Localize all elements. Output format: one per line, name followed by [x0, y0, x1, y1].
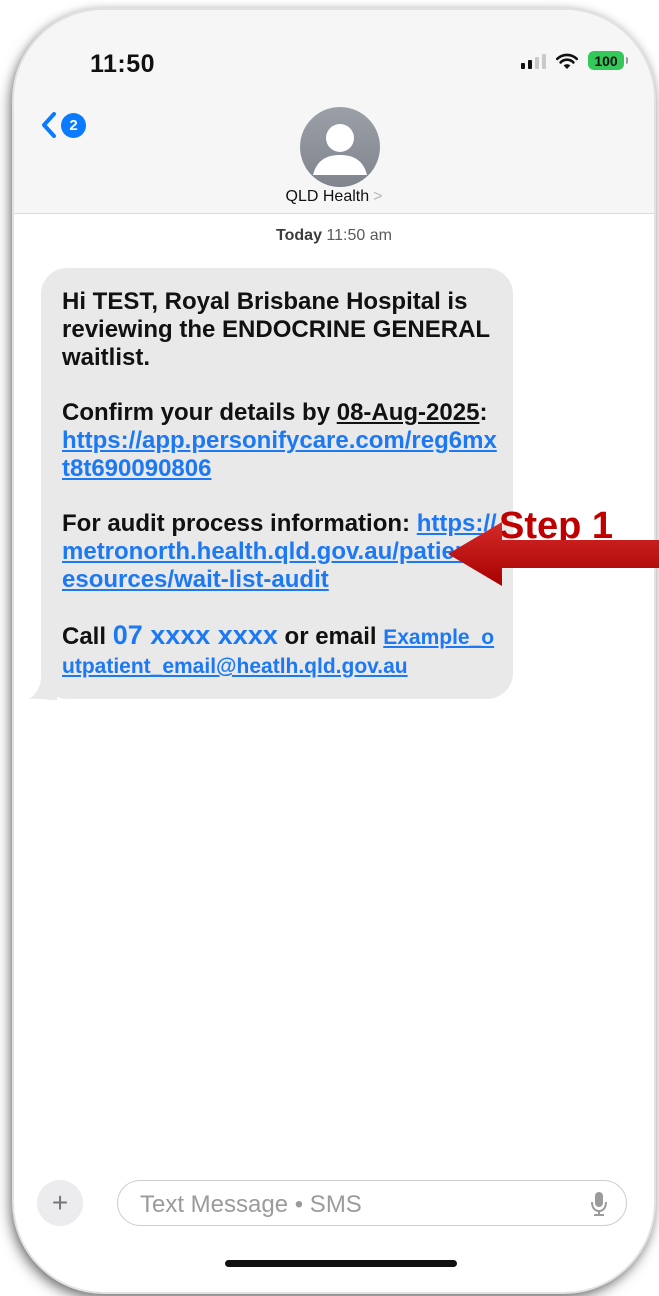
confirm-colon: : [479, 399, 488, 426]
phone-frame: 11:50 100 2 QLD Health> Today 11:50 am [14, 10, 654, 1292]
chevron-right-icon: > [373, 188, 383, 205]
message-bubble[interactable]: Hi TEST, Royal Brisbane Hospital is revi… [29, 268, 513, 700]
back-button[interactable]: 2 [41, 111, 86, 139]
composer: + Text Message • SMS [37, 1180, 637, 1226]
registration-link[interactable]: https://app.personifycare.com/reg6mxt8t6… [62, 427, 497, 482]
plus-button[interactable]: + [37, 1180, 83, 1226]
chevron-left-icon [42, 112, 56, 138]
battery-icon: 100 [588, 51, 628, 70]
audit-info-text: For audit process information: [62, 510, 417, 537]
phone-number-link[interactable]: 07 xxxx xxxx [113, 620, 278, 650]
cellular-signal-icon [521, 53, 546, 69]
contact-name: QLD Health [285, 188, 370, 205]
message-paragraph: Call 07 xxxx xxxx or email Example_outpa… [62, 621, 502, 681]
status-time: 11:50 [90, 50, 156, 78]
arrow-left-icon [448, 522, 659, 586]
contact-avatar[interactable] [300, 107, 380, 187]
message-input-placeholder: Text Message • SMS [140, 1191, 362, 1218]
wifi-icon [555, 53, 579, 69]
contact-name-button[interactable]: QLD Health > [14, 188, 654, 206]
status-icons: 100 [521, 51, 628, 70]
home-indicator [225, 1260, 457, 1267]
message-paragraph: Hi TEST, Royal Brisbane Hospital is revi… [62, 288, 502, 372]
message-timestamp: Today 11:50 am [14, 227, 654, 245]
confirm-text: Confirm your details by [62, 399, 337, 426]
or-email-text: or email [277, 623, 384, 650]
person-icon [313, 124, 367, 175]
message-intro-text: Hi TEST, Royal Brisbane Hospital is revi… [62, 288, 490, 371]
timestamp-time: 11:50 am [326, 227, 392, 244]
message-input[interactable]: Text Message • SMS [117, 1180, 627, 1226]
microphone-icon[interactable] [590, 1191, 608, 1217]
message-paragraph: Confirm your details by 08-Aug-2025: htt… [62, 399, 502, 483]
call-text: Call [62, 623, 113, 650]
message-paragraph: For audit process information: https://m… [62, 510, 502, 594]
unread-badge: 2 [61, 112, 86, 138]
timestamp-day: Today [276, 227, 322, 244]
confirm-date[interactable]: 08-Aug-2025 [337, 399, 480, 426]
bubble-tail [29, 676, 57, 700]
plus-icon: + [51, 1187, 69, 1218]
